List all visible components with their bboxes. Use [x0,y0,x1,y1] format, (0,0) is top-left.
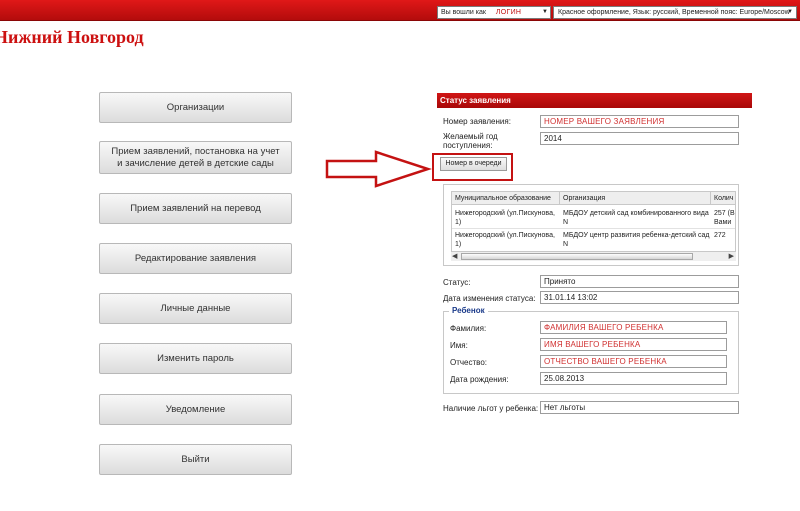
menu-personal-data-button[interactable]: Личные данные [99,293,292,324]
grid-col-separator [559,192,560,205]
grid-row1-municipality-line2: 1) [455,219,462,226]
grid-row1-municipality-line1: Нижегородский (ул.Пискунова, [455,210,555,217]
menu-edit-application-button[interactable]: Редактирование заявления [99,243,292,274]
chevron-down-icon: ▼ [542,9,548,15]
year-label-line1: Желаемый год [443,132,498,141]
grid-col-organization[interactable]: Организация [563,194,713,203]
chevron-down-icon: ▼ [787,9,793,15]
grid-col-count[interactable]: Колич [714,194,735,203]
scrollbar-thumb[interactable] [461,253,693,260]
desired-year-field[interactable]: 2014 [540,132,739,145]
menu-organizations-button[interactable]: Организации [99,92,292,123]
status-field[interactable]: Принято [540,275,739,288]
status-date-field[interactable]: 31.01.14 13:02 [540,291,739,304]
grid-row1-organization-line1: МБДОУ детский сад комбинированного вида [563,210,709,217]
app-number-field[interactable]: НОМЕР ВАШЕГО ЗАЯВЛЕНИЯ [540,115,739,128]
grid-row2-organization-line2: N [563,241,569,248]
grid-row1-organization-line2: N [563,219,569,226]
user-dropdown[interactable]: Вы вошли как ЛОГИН ▼ [437,6,551,19]
year-label-line2: поступления: [443,141,493,150]
menu-notification-button[interactable]: Уведомление [99,394,292,425]
menu-change-password-button[interactable]: Изменить пароль [99,343,292,374]
grid-row-divider [452,228,735,229]
grid-col-municipality[interactable]: Муниципальное образование [455,194,555,203]
surname-field[interactable]: ФАМИЛИЯ ВАШЕГО РЕБЕНКА [540,321,727,334]
settings-dropdown[interactable]: Красное оформление, Язык: русский, Време… [553,6,797,19]
birthdate-label: Дата рождения: [450,375,509,384]
top-bar: Вы вошли как ЛОГИН ▼ Красное оформление,… [0,0,800,21]
page-title: Нижний Новгород [0,27,144,47]
scroll-left-icon[interactable]: ◀ [452,252,457,261]
app-number-label: Номер заявления: [443,117,511,126]
grid-row2-organization-line1: МБДОУ центр развития ребенка-детский сад [563,232,710,239]
user-label: Вы вошли как [441,9,486,16]
grid-row2-count-line1: 272 [714,232,726,239]
queue-number-button[interactable]: Номер в очереди [440,157,507,171]
grid-row2-municipality-line1: Нижегородский (ул.Пискунова, [455,232,555,239]
scroll-right-icon[interactable]: ▶ [729,252,734,261]
grid-row1-count-line2: Вами [714,219,732,226]
status-date-label: Дата изменения статуса: [443,294,536,303]
patronymic-label: Отчество: [450,358,487,367]
grid-row2-municipality-line2: 1) [455,241,462,248]
user-login: ЛОГИН [495,9,522,16]
menu-logout-button[interactable]: Выйти [99,444,292,475]
settings-label: Красное оформление, Язык: русский, Време… [558,9,790,16]
pointer-arrow-icon [325,150,432,188]
child-legend: Ребенок [449,306,488,315]
patronymic-field[interactable]: ОТЧЕСТВО ВАШЕГО РЕБЕНКА [540,355,727,368]
status-label: Статус: [443,278,471,287]
status-panel-header: Статус заявления [437,93,752,108]
grid-col-separator [710,192,711,205]
menu-applications-button[interactable]: Прием заявлений, постановка на учет и за… [99,141,292,174]
benefits-field[interactable]: Нет льготы [540,401,739,414]
benefits-label: Наличие льгот у ребенка: [443,404,539,413]
birthdate-field[interactable]: 25.08.2013 [540,372,727,385]
grid-horizontal-scrollbar[interactable]: ◀ ▶ [451,251,736,261]
name-field[interactable]: ИМЯ ВАШЕГО РЕБЕНКА [540,338,727,351]
grid-row1-count-line1: 257 (В [714,210,735,217]
menu-transfer-button[interactable]: Прием заявлений на перевод [99,193,292,224]
name-label: Имя: [450,341,468,350]
surname-label: Фамилия: [450,324,487,333]
